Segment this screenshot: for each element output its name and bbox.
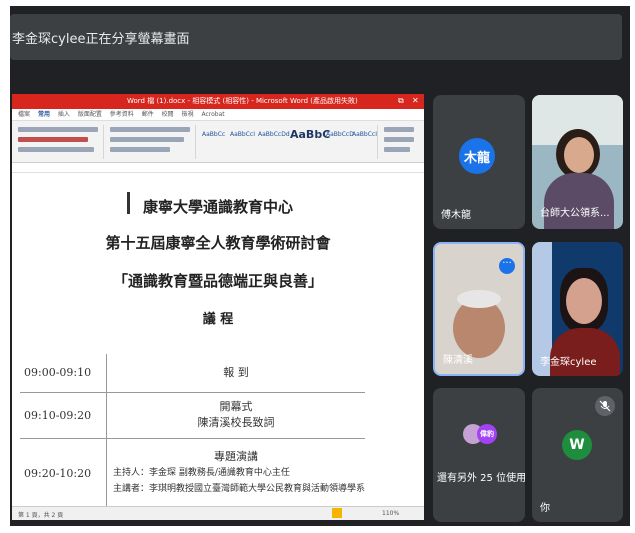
agenda-time: 09:10-09:20 bbox=[20, 392, 107, 439]
agenda-time: 09:20-10:20 bbox=[20, 438, 107, 508]
banner-menu-button[interactable] bbox=[584, 22, 614, 52]
agenda-time: 09:00-09:10 bbox=[20, 354, 107, 393]
ribbon-tab[interactable]: 檔案 bbox=[18, 109, 30, 121]
doc-heading-3: 「通識教育暨品德端正與良善」 bbox=[112, 272, 323, 290]
ribbon-tab[interactable]: 參考資料 bbox=[110, 109, 134, 121]
doc-heading-2: 第十五屆康寧全人教育學術研討會 bbox=[105, 234, 331, 252]
participant-name: 陳清溪 bbox=[443, 355, 473, 366]
sharing-status-text: 李金琛cylee正在分享螢幕畫面 bbox=[12, 32, 190, 47]
style-sample[interactable]: AaBbCcD bbox=[326, 131, 354, 138]
agenda-line: 報 到 bbox=[223, 365, 249, 379]
style-sample[interactable]: AaBbCcI bbox=[230, 131, 255, 138]
agenda-table: 09:00-09:10 報 到 09:10-09:20 開幕式 陳清溪校長致詞 … bbox=[20, 354, 365, 508]
page-count: 第 1 頁，共 2 頁 bbox=[18, 512, 64, 519]
participant-video-tile[interactable]: 李金琛cylee bbox=[532, 242, 623, 376]
font-group[interactable] bbox=[14, 125, 104, 159]
styles-group[interactable]: AaBbCc AaBbCcI AaBbCcDd AaBbC AaBbCcD Aa… bbox=[198, 125, 378, 159]
style-sample[interactable]: AaBbCcI bbox=[352, 131, 377, 138]
agenda-line: 專題演講 bbox=[213, 450, 258, 464]
paragraph-group[interactable] bbox=[106, 125, 196, 159]
participant-name: 傅木龍 bbox=[441, 210, 471, 221]
participant-name: 台師大公領系... bbox=[540, 208, 610, 219]
video-person-hair bbox=[457, 290, 501, 308]
participant-tile[interactable]: 木龍 傅木龍 bbox=[433, 95, 525, 229]
agenda-line: 陳清溪校長致詞 bbox=[197, 416, 275, 429]
ruler bbox=[12, 163, 424, 173]
avatar: 偉豹 bbox=[477, 424, 497, 444]
taskbar-icon bbox=[332, 508, 342, 518]
ribbon-tab[interactable]: 版面配置 bbox=[78, 109, 102, 121]
style-sample[interactable]: AaBbCcDd bbox=[258, 131, 290, 138]
avatar: 木龍 bbox=[459, 138, 495, 174]
close-icon[interactable]: ✕ bbox=[412, 96, 419, 105]
document-page: 康寧大學通識教育中心 第十五屆康寧全人教育學術研討會 「通識教育暨品德端正與良善… bbox=[12, 174, 424, 508]
more-options-icon[interactable]: ··· bbox=[499, 258, 515, 274]
participant-count-label: 還有另外 25 位使用者 bbox=[437, 473, 525, 484]
ribbon-tab[interactable]: 校閱 bbox=[162, 109, 174, 121]
ribbon-tab-bar: 檔案 常用 插入 版面配置 參考資料 郵件 校閱 檢視 Acrobat bbox=[12, 109, 424, 121]
video-person-face bbox=[564, 137, 594, 173]
doc-heading-4: 議 程 bbox=[202, 312, 234, 327]
shared-screen: Word 檔 (1).docx - 相容模式 (相容性) - Microsoft… bbox=[12, 94, 424, 520]
agenda-line: 開幕式 bbox=[219, 400, 253, 413]
mic-off-icon bbox=[595, 396, 615, 416]
table-row: 09:10-09:20 開幕式 陳清溪校長致詞 bbox=[20, 392, 365, 439]
participant-video-tile[interactable]: 台師大公領系... bbox=[532, 95, 623, 229]
ribbon-tab[interactable]: 郵件 bbox=[142, 109, 154, 121]
table-row: 09:20-10:20 專題演講 主持人：李金琛 副教務長/通識教育中心主任 主… bbox=[20, 438, 365, 508]
video-person-body bbox=[544, 173, 614, 229]
meet-stage: 李金琛cylee正在分享螢幕畫面 Word 檔 (1).docx - 相容模式 … bbox=[10, 6, 630, 526]
word-status-bar: 第 1 頁，共 2 頁 110% bbox=[12, 506, 424, 520]
active-speaker-tile[interactable]: ··· 陳清溪 bbox=[433, 242, 525, 376]
participant-name: 李金琛cylee bbox=[540, 357, 597, 368]
self-tile[interactable]: W 你 bbox=[532, 388, 623, 522]
presentation-banner: 李金琛cylee正在分享螢幕畫面 bbox=[10, 14, 622, 60]
agenda-item: 開幕式 陳清溪校長致詞 bbox=[106, 392, 365, 439]
more-participants-tile[interactable]: 偉豹 還有另外 25 位使用者 bbox=[433, 388, 525, 522]
agenda-line: 主持人：李金琛 副教務長/通識教育中心主任 bbox=[112, 468, 290, 479]
video-person-face bbox=[566, 278, 602, 324]
avatar: W bbox=[562, 430, 592, 460]
style-sample[interactable]: AaBbC bbox=[290, 128, 330, 141]
agenda-item: 專題演講 主持人：李金琛 副教務長/通識教育中心主任 主講者：李琪明教授國立臺灣… bbox=[106, 438, 365, 508]
table-row: 09:00-09:10 報 到 bbox=[20, 354, 365, 393]
word-title-bar: Word 檔 (1).docx - 相容模式 (相容性) - Microsoft… bbox=[12, 94, 424, 109]
ribbon: AaBbCc AaBbCcI AaBbCcDd AaBbC AaBbCcD Aa… bbox=[12, 121, 424, 163]
video-person-body bbox=[550, 328, 620, 376]
agenda-item: 報 到 bbox=[106, 354, 365, 393]
style-sample[interactable]: AaBbCc bbox=[202, 131, 225, 138]
doc-heading-1: 康寧大學通識教育中心 bbox=[142, 198, 293, 216]
participant-name: 你 bbox=[540, 503, 550, 514]
ribbon-tab[interactable]: 插入 bbox=[58, 109, 70, 121]
ribbon-tab[interactable]: 檢視 bbox=[182, 109, 194, 121]
ribbon-tab[interactable]: 常用 bbox=[38, 109, 50, 121]
ribbon-tab[interactable]: Acrobat bbox=[202, 109, 225, 121]
restore-icon[interactable]: ⧉ bbox=[398, 96, 404, 106]
agenda-line: 主講者：李琪明教授國立臺灣師範大學公民教育與活動領導學系 bbox=[112, 484, 365, 495]
zoom-level[interactable]: 110% bbox=[382, 510, 399, 517]
editing-group[interactable] bbox=[380, 125, 422, 159]
word-window-title: Word 檔 (1).docx - 相容模式 (相容性) - Microsoft… bbox=[127, 97, 358, 105]
